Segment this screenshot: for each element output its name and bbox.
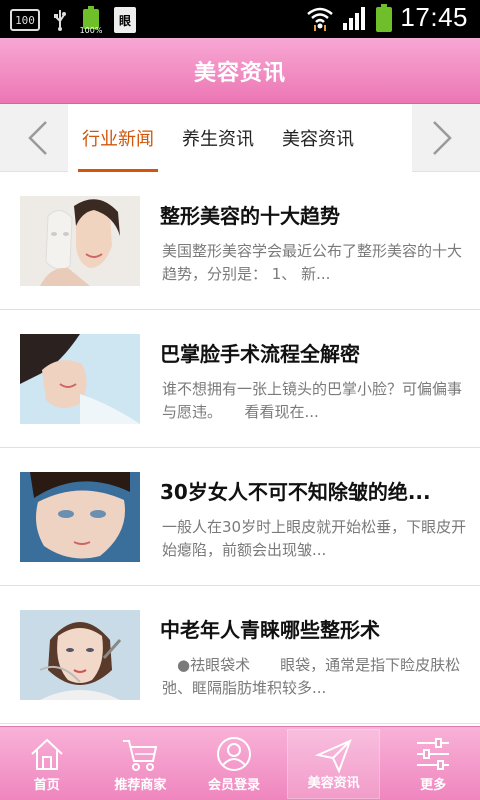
nav-more-label: 更多 — [420, 778, 447, 793]
article-item[interactable]: 巴掌脸手术流程全解密 谁不想拥有一张上镜头的巴掌小脸？可偏偏事与愿违。 看看现在… — [0, 310, 480, 448]
article-item[interactable]: 30岁女人不可不知除皱的绝... 一般人在30岁时上眼皮就开始松垂，下眼皮开始瘪… — [0, 448, 480, 586]
tab-industry-news[interactable]: 行业新闻 — [68, 104, 168, 172]
wifi-icon — [307, 7, 334, 31]
tab-health-info[interactable]: 养生资讯 — [168, 104, 268, 172]
article-item[interactable]: 整形美容的十大趋势 美国整形美容学会最近公布了整形美容的十大趋势，分别是： 1、… — [0, 172, 480, 310]
article-list: 整形美容的十大趋势 美国整形美容学会最近公布了整形美容的十大趋势，分别是： 1、… — [0, 172, 480, 726]
battery-icon — [376, 3, 393, 32]
article-title: 30岁女人不可不知除皱的绝... — [160, 480, 431, 504]
article-title: 巴掌脸手术流程全解密 — [160, 342, 360, 366]
nav-home-label: 首页 — [33, 778, 60, 793]
article-thumbnail — [20, 610, 140, 700]
tab-beauty-info[interactable]: 美容资讯 — [268, 104, 368, 172]
notification-app-icon: 眼 — [114, 7, 136, 33]
paper-plane-icon — [314, 739, 352, 774]
battery-percent-icon: 100 — [10, 9, 40, 31]
article-summary: 谁不想拥有一张上镜头的巴掌小脸？可偏偏事与愿违。 看看现在... — [162, 380, 463, 421]
nav-more[interactable]: 更多 — [386, 727, 480, 800]
nav-member-login[interactable]: 会员登录 — [187, 727, 281, 800]
tabs-prev-arrow[interactable] — [18, 118, 58, 158]
nav-home[interactable]: 首页 — [0, 727, 94, 800]
article-summary: 一般人在30岁时上眼皮就开始松垂，下眼皮开始瘪陷，前额会出现皱... — [162, 518, 467, 559]
status-bar: 100 100% 眼 17:45 — [0, 0, 480, 38]
chevron-left-icon — [28, 121, 47, 155]
usb-icon — [54, 10, 66, 31]
article-title: 中老年人青睐哪些整形术 — [160, 618, 380, 642]
clock: 17:45 — [400, 2, 468, 32]
page-title: 美容资讯 — [193, 60, 286, 86]
bottom-nav: 首页 推荐商家 会员登录 美容资讯 更多 — [0, 726, 480, 800]
battery-full-icon: 100% — [80, 6, 102, 35]
article-item[interactable]: 中老年人青睐哪些整形术 ●祛眼袋术 眼袋，通常是指下睑皮肤松弛、眶隔脂肪堆积较多… — [0, 586, 480, 724]
article-thumbnail — [20, 196, 140, 286]
category-tabs: 行业新闻 养生资讯 美容资讯 — [0, 104, 480, 172]
user-icon — [216, 737, 251, 771]
nav-merchants-label: 推荐商家 — [114, 778, 167, 793]
nav-beauty-info[interactable]: 美容资讯 — [286, 729, 381, 799]
article-summary: ●祛眼袋术 眼袋，通常是指下睑皮肤松弛、眶隔脂肪堆积较多... — [162, 656, 461, 697]
nav-member-login-label: 会员登录 — [207, 778, 260, 793]
signal-icon — [343, 6, 366, 30]
article-thumbnail — [20, 334, 140, 424]
home-icon — [31, 738, 63, 770]
sliders-icon — [417, 738, 450, 770]
nav-merchants[interactable]: 推荐商家 — [94, 727, 188, 800]
cart-icon — [123, 740, 158, 771]
app-header: 美容资讯 — [0, 38, 480, 104]
tabs-next-arrow[interactable] — [422, 118, 462, 158]
article-thumbnail — [20, 472, 140, 562]
article-summary: 美国整形美容学会最近公布了整形美容的十大趋势，分别是： 1、 新... — [162, 242, 463, 283]
chevron-right-icon — [433, 121, 452, 155]
article-title: 整形美容的十大趋势 — [160, 204, 340, 228]
